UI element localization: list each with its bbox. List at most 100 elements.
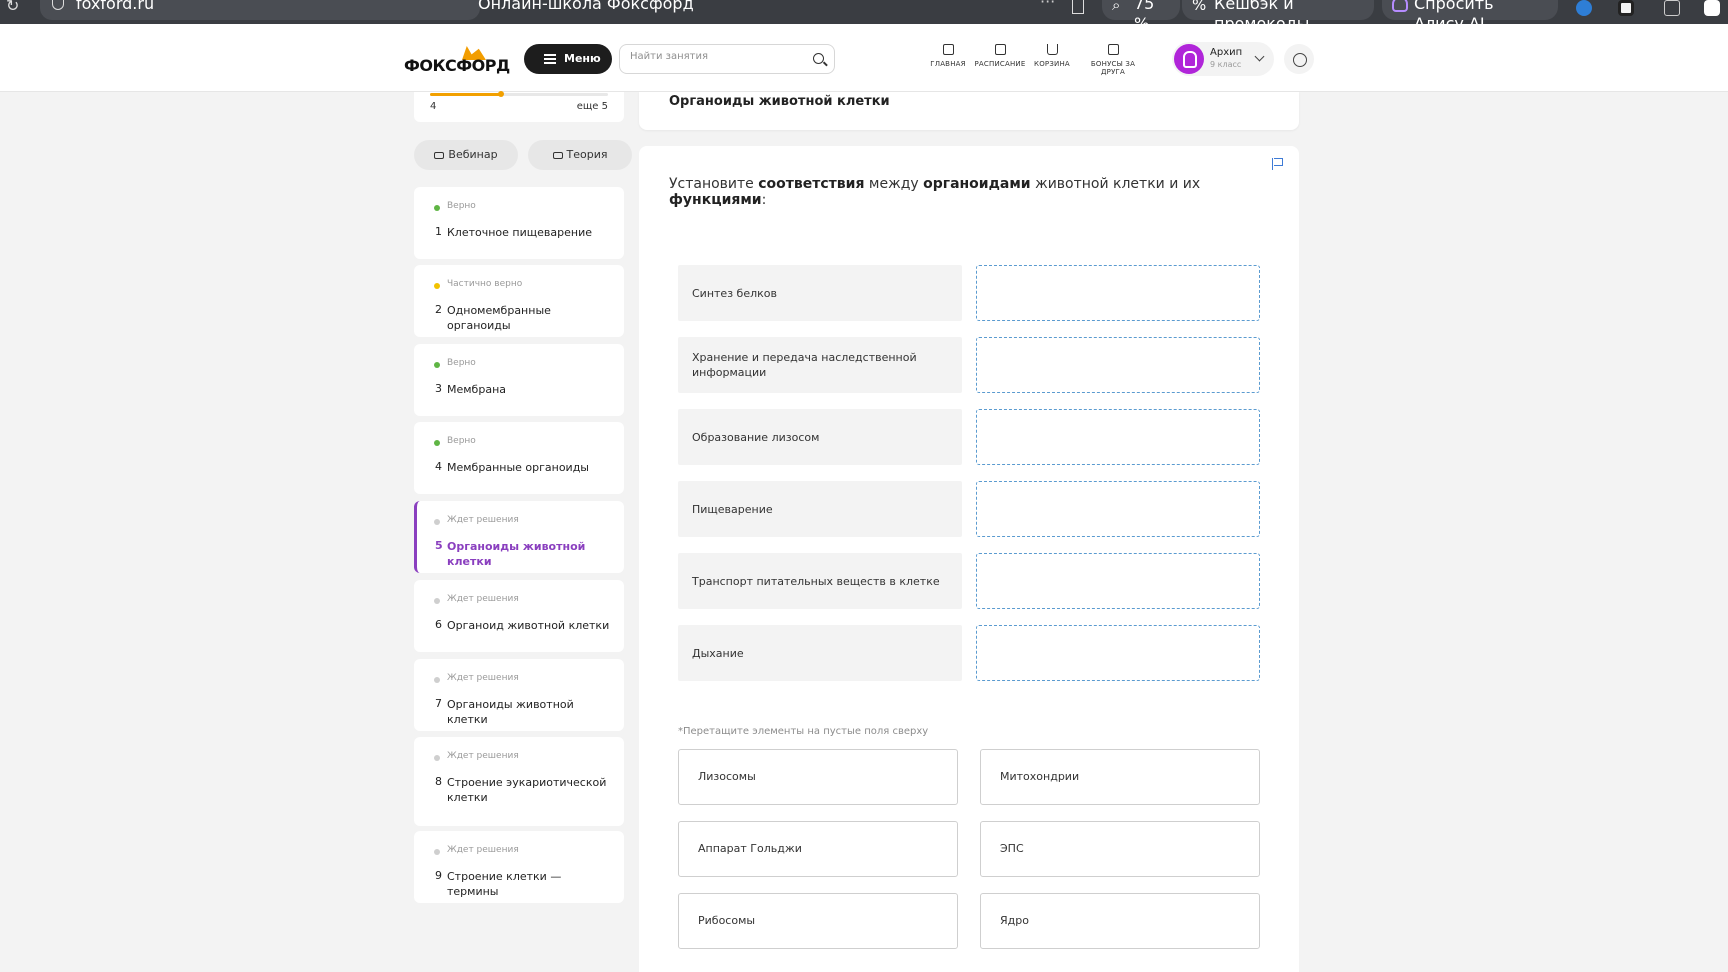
question-part: между bbox=[864, 176, 924, 192]
task-number: 6 bbox=[435, 618, 442, 631]
sidebar-task-2[interactable]: Частично верно 2 Одномембранные органоиды bbox=[414, 265, 624, 337]
theory-button[interactable]: Теория bbox=[528, 140, 632, 170]
question-text: Установите соответствия между органоидам… bbox=[669, 176, 1299, 208]
help-button[interactable] bbox=[1284, 44, 1314, 74]
draggable-organoid[interactable]: Ядро bbox=[980, 893, 1260, 949]
search-icon[interactable] bbox=[813, 53, 824, 64]
url-text: foxford.ru bbox=[76, 0, 155, 13]
task-title: Органоид животной клетки bbox=[447, 619, 610, 632]
alice-button[interactable]: Спросить Алису AI bbox=[1382, 0, 1558, 33]
draggable-organoid[interactable]: Лизосомы bbox=[678, 749, 958, 805]
zoom-button[interactable]: ⌕ 75 % bbox=[1102, 0, 1180, 33]
question-bold: функциями bbox=[669, 192, 762, 208]
question-part: животной клетки и их bbox=[1030, 176, 1201, 192]
task-status: Ждет решения bbox=[447, 594, 519, 604]
task-status: Частично верно bbox=[447, 279, 523, 289]
question-part: : bbox=[761, 192, 767, 208]
task-title: Строение эукариотической клетки bbox=[447, 776, 607, 804]
nav-bonus[interactable]: БОНУСЫ ЗА ДРУГА bbox=[1078, 44, 1148, 76]
webinar-label: Вебинар bbox=[448, 148, 498, 161]
user-menu[interactable]: Архип 9 класс bbox=[1172, 42, 1274, 76]
nav-home[interactable]: ГЛАВНАЯ bbox=[928, 44, 968, 68]
sidebar-task-6[interactable]: Ждет решения 6 Органоид животной клетки bbox=[414, 580, 624, 652]
search-input[interactable] bbox=[630, 51, 800, 62]
tab-title: Онлайн-школа Фоксфорд bbox=[478, 0, 694, 13]
task-title: Органоиды животной клетки bbox=[447, 698, 574, 726]
task-number: 8 bbox=[435, 775, 442, 788]
function-text: Синтез белков bbox=[692, 286, 777, 300]
zoom-icon: ⌕ bbox=[1112, 0, 1121, 14]
task-status: Ждет решения bbox=[447, 673, 519, 683]
bookmark-icon[interactable] bbox=[1072, 0, 1084, 14]
nav-schedule-label: РАСПИСАНИЕ bbox=[974, 60, 1026, 68]
function-label: Образование лизосом bbox=[678, 409, 962, 465]
drop-zone[interactable] bbox=[976, 265, 1260, 321]
nav-cart-label: КОРЗИНА bbox=[1034, 60, 1070, 68]
cart-icon bbox=[1046, 44, 1058, 55]
question-bold: органоидами bbox=[923, 176, 1031, 192]
drag-hint: *Перетащите элементы на пустые поля свер… bbox=[678, 726, 929, 737]
task-status: Ждет решения bbox=[447, 751, 519, 761]
status-dot bbox=[434, 755, 440, 761]
progress-marker bbox=[498, 91, 505, 97]
task-status: Ждет решения bbox=[447, 515, 519, 525]
draggable-organoid[interactable]: Митохондрии bbox=[980, 749, 1260, 805]
reload-icon[interactable]: ↻ bbox=[6, 0, 19, 15]
list-icon bbox=[544, 54, 556, 64]
address-bar[interactable]: foxford.ru bbox=[40, 0, 480, 20]
media-icon[interactable] bbox=[1704, 0, 1720, 16]
webinar-button[interactable]: Вебинар bbox=[414, 140, 518, 170]
user-grade: 9 класс bbox=[1210, 60, 1242, 69]
calendar-icon bbox=[994, 44, 1006, 55]
menu-label: Меню bbox=[564, 52, 601, 65]
function-label: Пищеварение bbox=[678, 481, 962, 537]
status-dot bbox=[434, 205, 440, 211]
extension-shazam-icon[interactable] bbox=[1576, 0, 1592, 16]
function-text: Хранение и передача наследственной инфор… bbox=[692, 351, 917, 379]
sidebar-task-1[interactable]: Верно 1 Клеточное пищеварение bbox=[414, 187, 624, 259]
draggable-organoid[interactable]: ЭПС bbox=[980, 821, 1260, 877]
task-title: Мембранные органоиды bbox=[447, 461, 589, 474]
extension-q-icon[interactable] bbox=[1618, 0, 1634, 16]
percent-icon: % bbox=[1192, 0, 1207, 14]
chevron-down-icon bbox=[1254, 51, 1265, 62]
sidebar-task-8[interactable]: Ждет решения 8 Строение эукариотической кл… bbox=[414, 737, 624, 826]
drop-zone[interactable] bbox=[976, 481, 1260, 537]
draggable-organoid[interactable]: Аппарат Гольджи bbox=[678, 821, 958, 877]
drop-zone[interactable] bbox=[976, 553, 1260, 609]
progress-current: 4 bbox=[430, 101, 437, 112]
foxford-logo[interactable]: ФОКСФОРД bbox=[404, 46, 510, 76]
status-dot bbox=[434, 677, 440, 683]
browser-bar: ↻ foxford.ru Онлайн-школа Фоксфорд ··· ⌕… bbox=[0, 0, 1728, 33]
video-icon bbox=[434, 151, 445, 159]
sidebar-task-5[interactable]: Ждет решения 5 Органоиды животной клетки bbox=[414, 501, 624, 573]
task-title: Строение клетки — термины bbox=[447, 870, 562, 898]
status-dot bbox=[434, 519, 440, 525]
menu-button[interactable]: Меню bbox=[524, 44, 612, 74]
sidebar-task-4[interactable]: Верно 4 Мембранные органоиды bbox=[414, 422, 624, 494]
sidebar-task-7[interactable]: Ждет решения 7 Органоиды животной клетки bbox=[414, 659, 624, 731]
sidebar-task-9[interactable]: Ждет решения 9 Строение клетки — термины bbox=[414, 831, 624, 903]
flag-icon[interactable] bbox=[1272, 158, 1283, 170]
nav-home-label: ГЛАВНАЯ bbox=[930, 60, 966, 68]
task-status: Верно bbox=[447, 436, 476, 446]
logo-text: ФОКСФОРД bbox=[404, 56, 510, 75]
task-status: Верно bbox=[447, 201, 476, 211]
function-label: Синтез белков bbox=[678, 265, 962, 321]
question-part: Установите bbox=[669, 176, 759, 192]
task-number: 7 bbox=[435, 697, 442, 710]
nav-schedule[interactable]: РАСПИСАНИЕ bbox=[972, 44, 1028, 68]
drop-zone[interactable] bbox=[976, 409, 1260, 465]
status-dot bbox=[434, 362, 440, 368]
sidebar-task-3[interactable]: Верно 3 Мембрана bbox=[414, 344, 624, 416]
extensions-puzzle-icon[interactable] bbox=[1664, 0, 1680, 16]
cashback-button[interactable]: % Кешбэк и промокоды bbox=[1182, 0, 1374, 33]
nav-cart[interactable]: КОРЗИНА bbox=[1030, 44, 1074, 68]
more-icon[interactable]: ··· bbox=[1040, 0, 1055, 11]
drop-zone[interactable] bbox=[976, 337, 1260, 393]
status-dot bbox=[434, 283, 440, 289]
drop-zone[interactable] bbox=[976, 625, 1260, 681]
status-dot bbox=[434, 440, 440, 446]
task-title: Органоиды животной клетки bbox=[447, 540, 586, 568]
draggable-organoid[interactable]: Рибосомы bbox=[678, 893, 958, 949]
